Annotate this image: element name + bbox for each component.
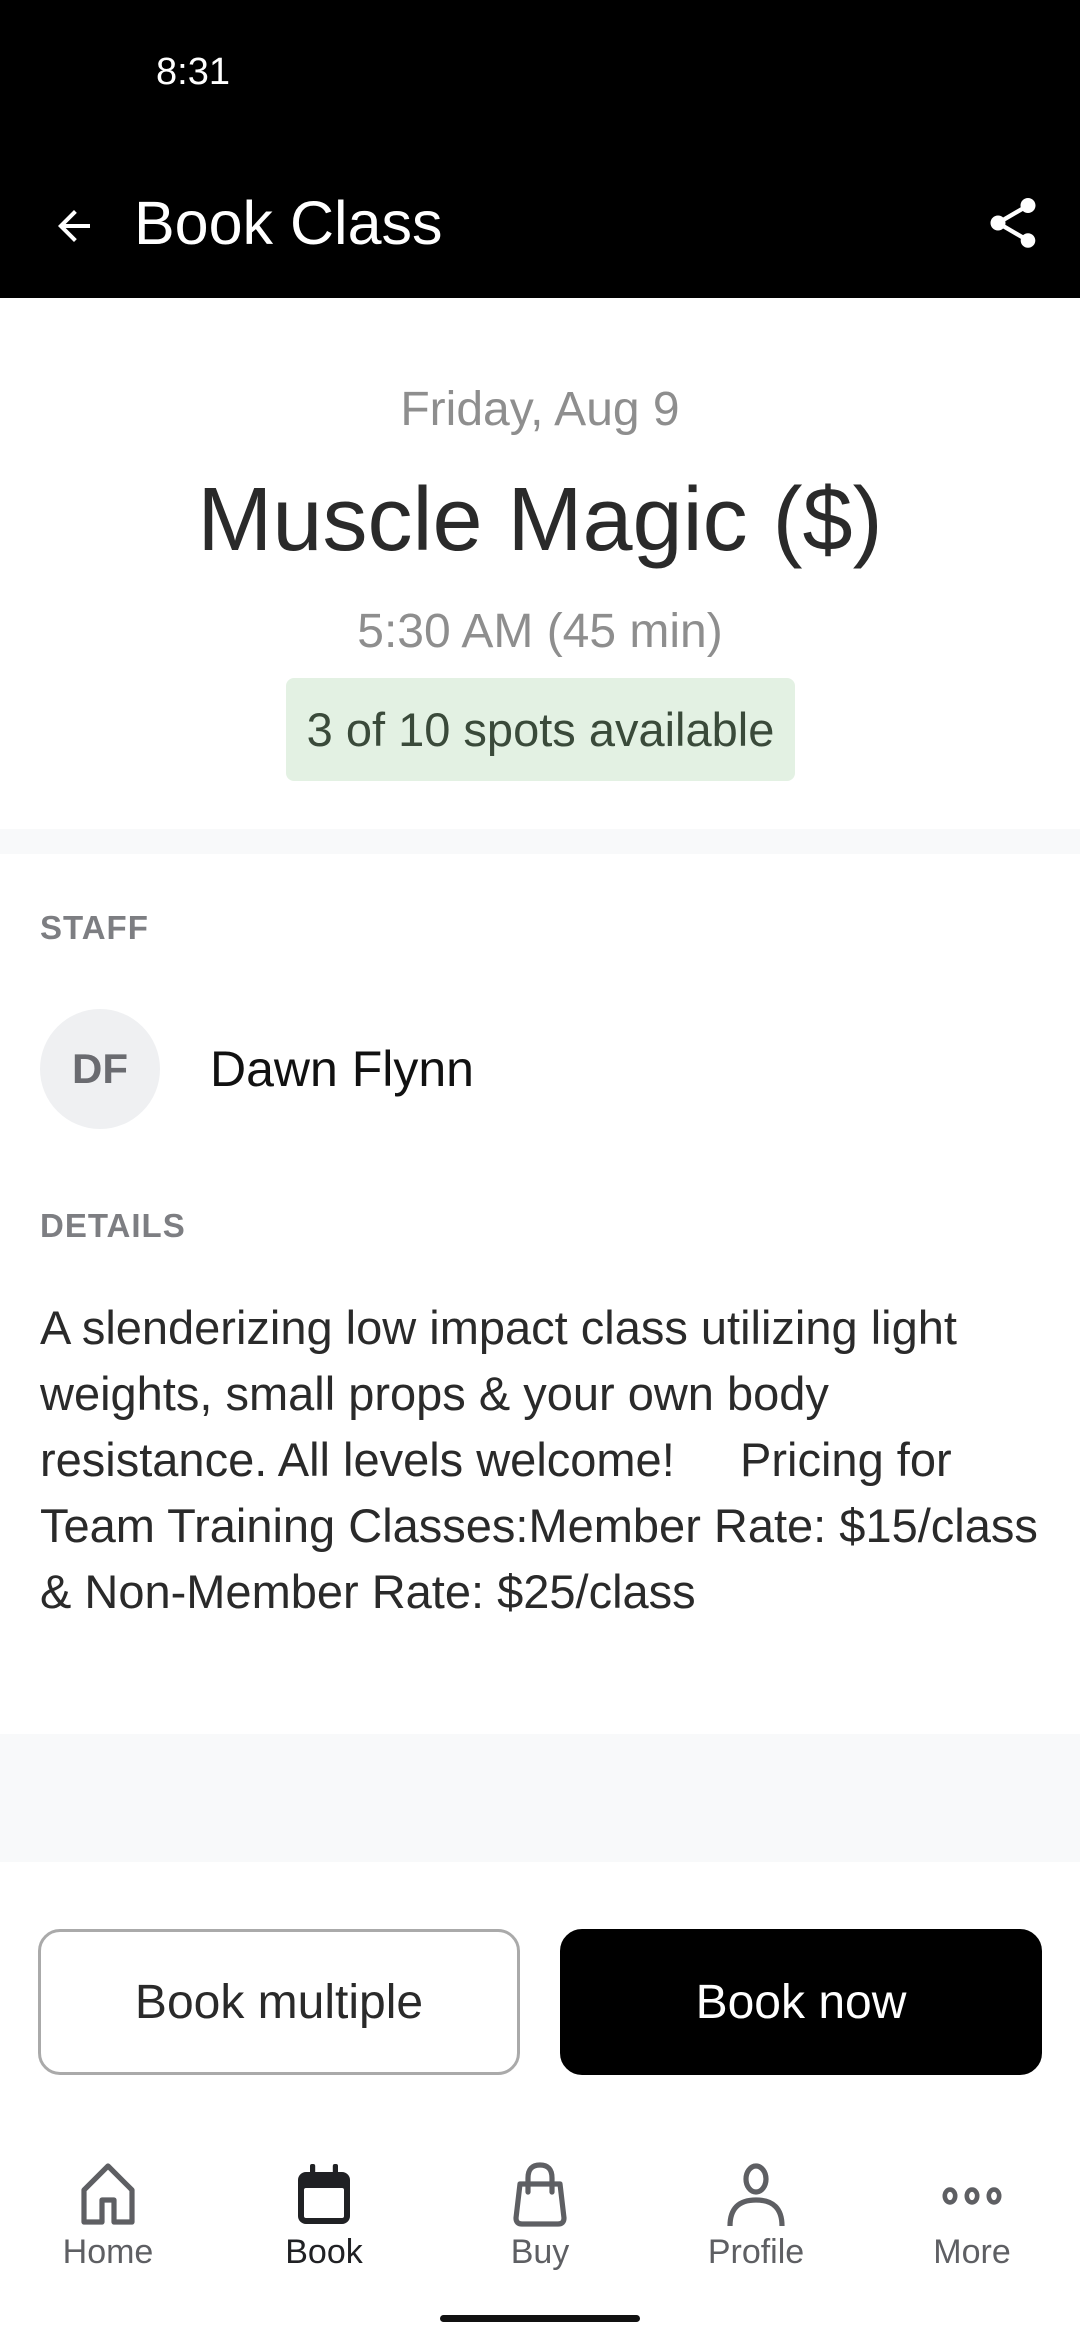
arrow-left-icon <box>58 210 90 242</box>
nav-item-book[interactable]: Book <box>216 2150 432 2280</box>
bottom-navigation: Home Book Buy Profile More <box>0 2150 1080 2280</box>
class-summary: Friday, Aug 9 Muscle Magic ($) 5:30 AM (… <box>0 298 1080 828</box>
share-icon <box>990 198 1036 248</box>
more-dots-icon <box>942 2187 1002 2205</box>
staff-list-item[interactable]: DF Dawn Flynn <box>40 1009 1040 1129</box>
content-footer-spacer <box>0 1734 1080 1862</box>
back-button[interactable] <box>40 192 108 260</box>
staff-name: Dawn Flynn <box>210 1041 474 1097</box>
book-now-button[interactable]: Book now <box>560 1929 1042 2075</box>
nav-item-home[interactable]: Home <box>0 2150 216 2280</box>
page-title: Book Class <box>134 189 443 257</box>
home-icon <box>81 2163 135 2225</box>
staff-avatar: DF <box>40 1009 160 1129</box>
nav-item-buy[interactable]: Buy <box>432 2150 648 2280</box>
calendar-icon <box>298 2164 350 2224</box>
nav-label-profile: Profile <box>707 2233 805 2271</box>
nav-label-more: More <box>933 2233 1011 2271</box>
share-button[interactable] <box>976 186 1050 260</box>
nav-item-profile[interactable]: Profile <box>648 2150 864 2280</box>
class-time: 5:30 AM (45 min) <box>357 605 723 658</box>
status-time: 8:31 <box>156 51 230 93</box>
nav-label-buy: Buy <box>510 2233 570 2271</box>
staff-section-label: STAFF <box>40 909 149 946</box>
home-indicator[interactable] <box>440 2315 640 2322</box>
nav-label-book: Book <box>285 2233 363 2271</box>
shopping-bag-icon <box>513 2162 567 2227</box>
class-title: Muscle Magic ($) <box>197 470 883 570</box>
class-date: Friday, Aug 9 <box>400 383 680 436</box>
class-description: A slenderizing low impact class utilizin… <box>40 1301 1051 1618</box>
section-divider <box>0 829 1080 854</box>
person-icon <box>727 2163 785 2227</box>
app-header: Book Class <box>0 110 1080 298</box>
status-bar: 8:31 <box>0 0 1080 110</box>
spots-available-badge: 3 of 10 spots available <box>286 678 795 781</box>
details-section-label: DETAILS <box>40 1207 186 1244</box>
nav-item-more[interactable]: More <box>864 2150 1080 2280</box>
nav-label-home: Home <box>62 2233 154 2271</box>
book-multiple-button[interactable]: Book multiple <box>38 1929 520 2075</box>
